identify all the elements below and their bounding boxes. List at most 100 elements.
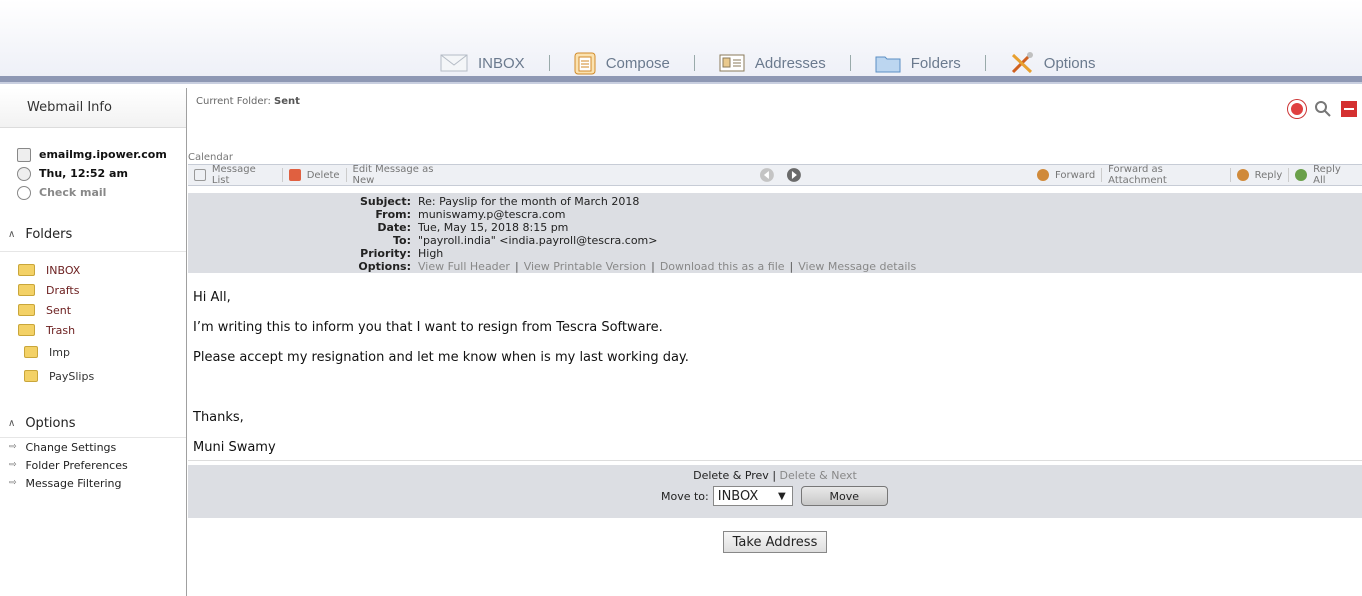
option-change-settings[interactable]: ⇨ Change Settings xyxy=(0,438,186,456)
message-toolbar: Message List Delete Edit Message as New … xyxy=(188,164,1362,186)
reply-button[interactable]: Reply xyxy=(1231,169,1289,181)
option-folder-preferences[interactable]: ⇨ Folder Preferences xyxy=(0,456,186,474)
reply-all-icon xyxy=(1295,169,1308,181)
from-value: muniswamy.p@tescra.com xyxy=(418,208,566,221)
subject-label: Subject: xyxy=(359,195,411,208)
message-header: Subject: Re: Payslip for the month of Ma… xyxy=(188,193,1362,273)
delete-next-link[interactable]: Delete & Next xyxy=(780,469,857,482)
search-icon[interactable] xyxy=(1314,100,1332,118)
delete-nav: Delete & Prev | Delete & Next xyxy=(188,469,1362,482)
folder-trash[interactable]: Trash xyxy=(0,320,186,340)
folders-section-header[interactable]: ∧ Folders xyxy=(0,218,186,252)
move-to-label: Move to: xyxy=(661,489,709,503)
nav-separator xyxy=(548,55,550,71)
body-line: Muni Swamy xyxy=(193,440,276,455)
option-label: Folder Preferences xyxy=(25,458,128,472)
view-printable-link[interactable]: View Printable Version xyxy=(524,260,646,273)
nav-addresses[interactable]: Addresses xyxy=(719,50,826,76)
top-right-icons xyxy=(1288,100,1358,118)
folder-imp[interactable]: Imp xyxy=(0,340,186,364)
folder-label: Imp xyxy=(49,345,70,359)
sent-folder-icon xyxy=(18,304,35,316)
folders-section-title: Folders xyxy=(25,227,73,242)
clock-icon xyxy=(17,166,31,181)
delete-button[interactable]: Delete xyxy=(283,169,346,181)
nav-folders[interactable]: Folders xyxy=(875,50,961,76)
monitor-icon xyxy=(17,147,31,162)
from-label: From: xyxy=(375,208,411,221)
forward-attachment-button[interactable]: Forward as Attachment xyxy=(1102,164,1229,186)
check-mail-link[interactable]: Check mail xyxy=(0,183,186,202)
to-value: "payroll.india" <india.payroll@tescra.co… xyxy=(418,234,658,247)
take-address-button[interactable]: Take Address xyxy=(723,531,827,553)
folder-drafts[interactable]: Drafts xyxy=(0,280,186,300)
folder-sent[interactable]: Sent xyxy=(0,300,186,320)
folder-label: Drafts xyxy=(46,283,80,297)
message-list-label: Message List xyxy=(211,164,256,186)
folder-inbox[interactable]: INBOX xyxy=(0,260,186,280)
edit-as-new-label: Edit Message as New xyxy=(352,164,434,186)
view-details-link[interactable]: View Message details xyxy=(798,260,916,273)
delete-label: Delete xyxy=(306,169,340,181)
forward-label: Forward xyxy=(1054,169,1096,181)
nav-options[interactable]: Options xyxy=(1010,50,1096,76)
reply-label: Reply xyxy=(1254,169,1283,181)
current-datetime: Thu, 12:52 am xyxy=(39,167,128,180)
address-card-icon xyxy=(719,54,745,72)
inbox-folder-icon xyxy=(18,264,35,276)
nav-compose-label: Compose xyxy=(605,54,670,72)
nav-options-label: Options xyxy=(1043,54,1096,72)
date-row: Date: Tue, May 15, 2018 8:15 pm xyxy=(188,221,568,234)
subject-value: Re: Payslip for the month of March 2018 xyxy=(418,195,640,208)
forward-icon xyxy=(1036,169,1049,181)
message-list-button[interactable]: Message List xyxy=(188,164,282,186)
option-label: Change Settings xyxy=(25,440,117,454)
top-stripe xyxy=(0,76,1362,84)
move-to-value: INBOX xyxy=(717,488,759,504)
current-folder-label: Current Folder: xyxy=(196,96,271,107)
view-full-header-link[interactable]: View Full Header xyxy=(418,260,510,273)
reply-all-button[interactable]: Reply All xyxy=(1289,164,1362,186)
download-file-link[interactable]: Download this as a file xyxy=(660,260,785,273)
body-line: Hi All, xyxy=(193,290,231,305)
close-icon[interactable] xyxy=(1340,100,1358,118)
nav-separator xyxy=(693,55,695,71)
priority-row: Priority: High xyxy=(188,247,443,260)
help-icon[interactable] xyxy=(1288,100,1306,118)
priority-value: High xyxy=(418,247,444,260)
trash-folder-icon xyxy=(18,324,35,336)
next-message-icon[interactable] xyxy=(786,167,802,183)
edit-as-new-button[interactable]: Edit Message as New xyxy=(347,164,464,186)
current-folder-name: Sent xyxy=(274,96,300,107)
arrow-right-icon: ⇨ xyxy=(9,460,17,470)
options-separator: | xyxy=(651,260,655,273)
folder-icon xyxy=(24,346,38,358)
option-message-filtering[interactable]: ⇨ Message Filtering xyxy=(0,474,186,492)
move-to-row: Move to: INBOX ▼ Move xyxy=(661,486,888,506)
nav-folders-label: Folders xyxy=(910,54,961,72)
folder-payslips[interactable]: PaySlips xyxy=(0,364,186,388)
datetime-row: Thu, 12:52 am xyxy=(0,164,186,183)
folder-icon xyxy=(875,56,901,73)
nav-inbox[interactable]: INBOX xyxy=(440,50,525,76)
move-to-select[interactable]: INBOX ▼ xyxy=(712,486,793,506)
envelope-icon xyxy=(194,169,206,181)
previous-message-icon[interactable] xyxy=(759,167,775,183)
clipboard-icon xyxy=(574,52,596,75)
folder-label: INBOX xyxy=(46,263,81,277)
delete-icon xyxy=(288,169,301,181)
options-section-header[interactable]: ∧ Options xyxy=(0,410,186,438)
forward-button[interactable]: Forward xyxy=(1031,169,1101,181)
delete-prev-link[interactable]: Delete & Prev xyxy=(693,469,769,482)
message-body: Hi All, I’m writing this to inform you t… xyxy=(193,288,689,468)
sidebar-title: Webmail Info xyxy=(0,88,186,128)
folder-label: Trash xyxy=(46,323,76,337)
tools-icon xyxy=(1011,52,1033,74)
move-button[interactable]: Move xyxy=(800,486,888,506)
calendar-link[interactable]: Calendar xyxy=(188,152,233,163)
body-line: Thanks, xyxy=(193,410,244,425)
bottom-actions: Delete & Prev | Delete & Next Move to: I… xyxy=(188,465,1362,518)
nav-compose[interactable]: Compose xyxy=(574,50,670,76)
subject-row: Subject: Re: Payslip for the month of Ma… xyxy=(188,195,639,208)
arrow-right-icon: ⇨ xyxy=(9,442,17,452)
